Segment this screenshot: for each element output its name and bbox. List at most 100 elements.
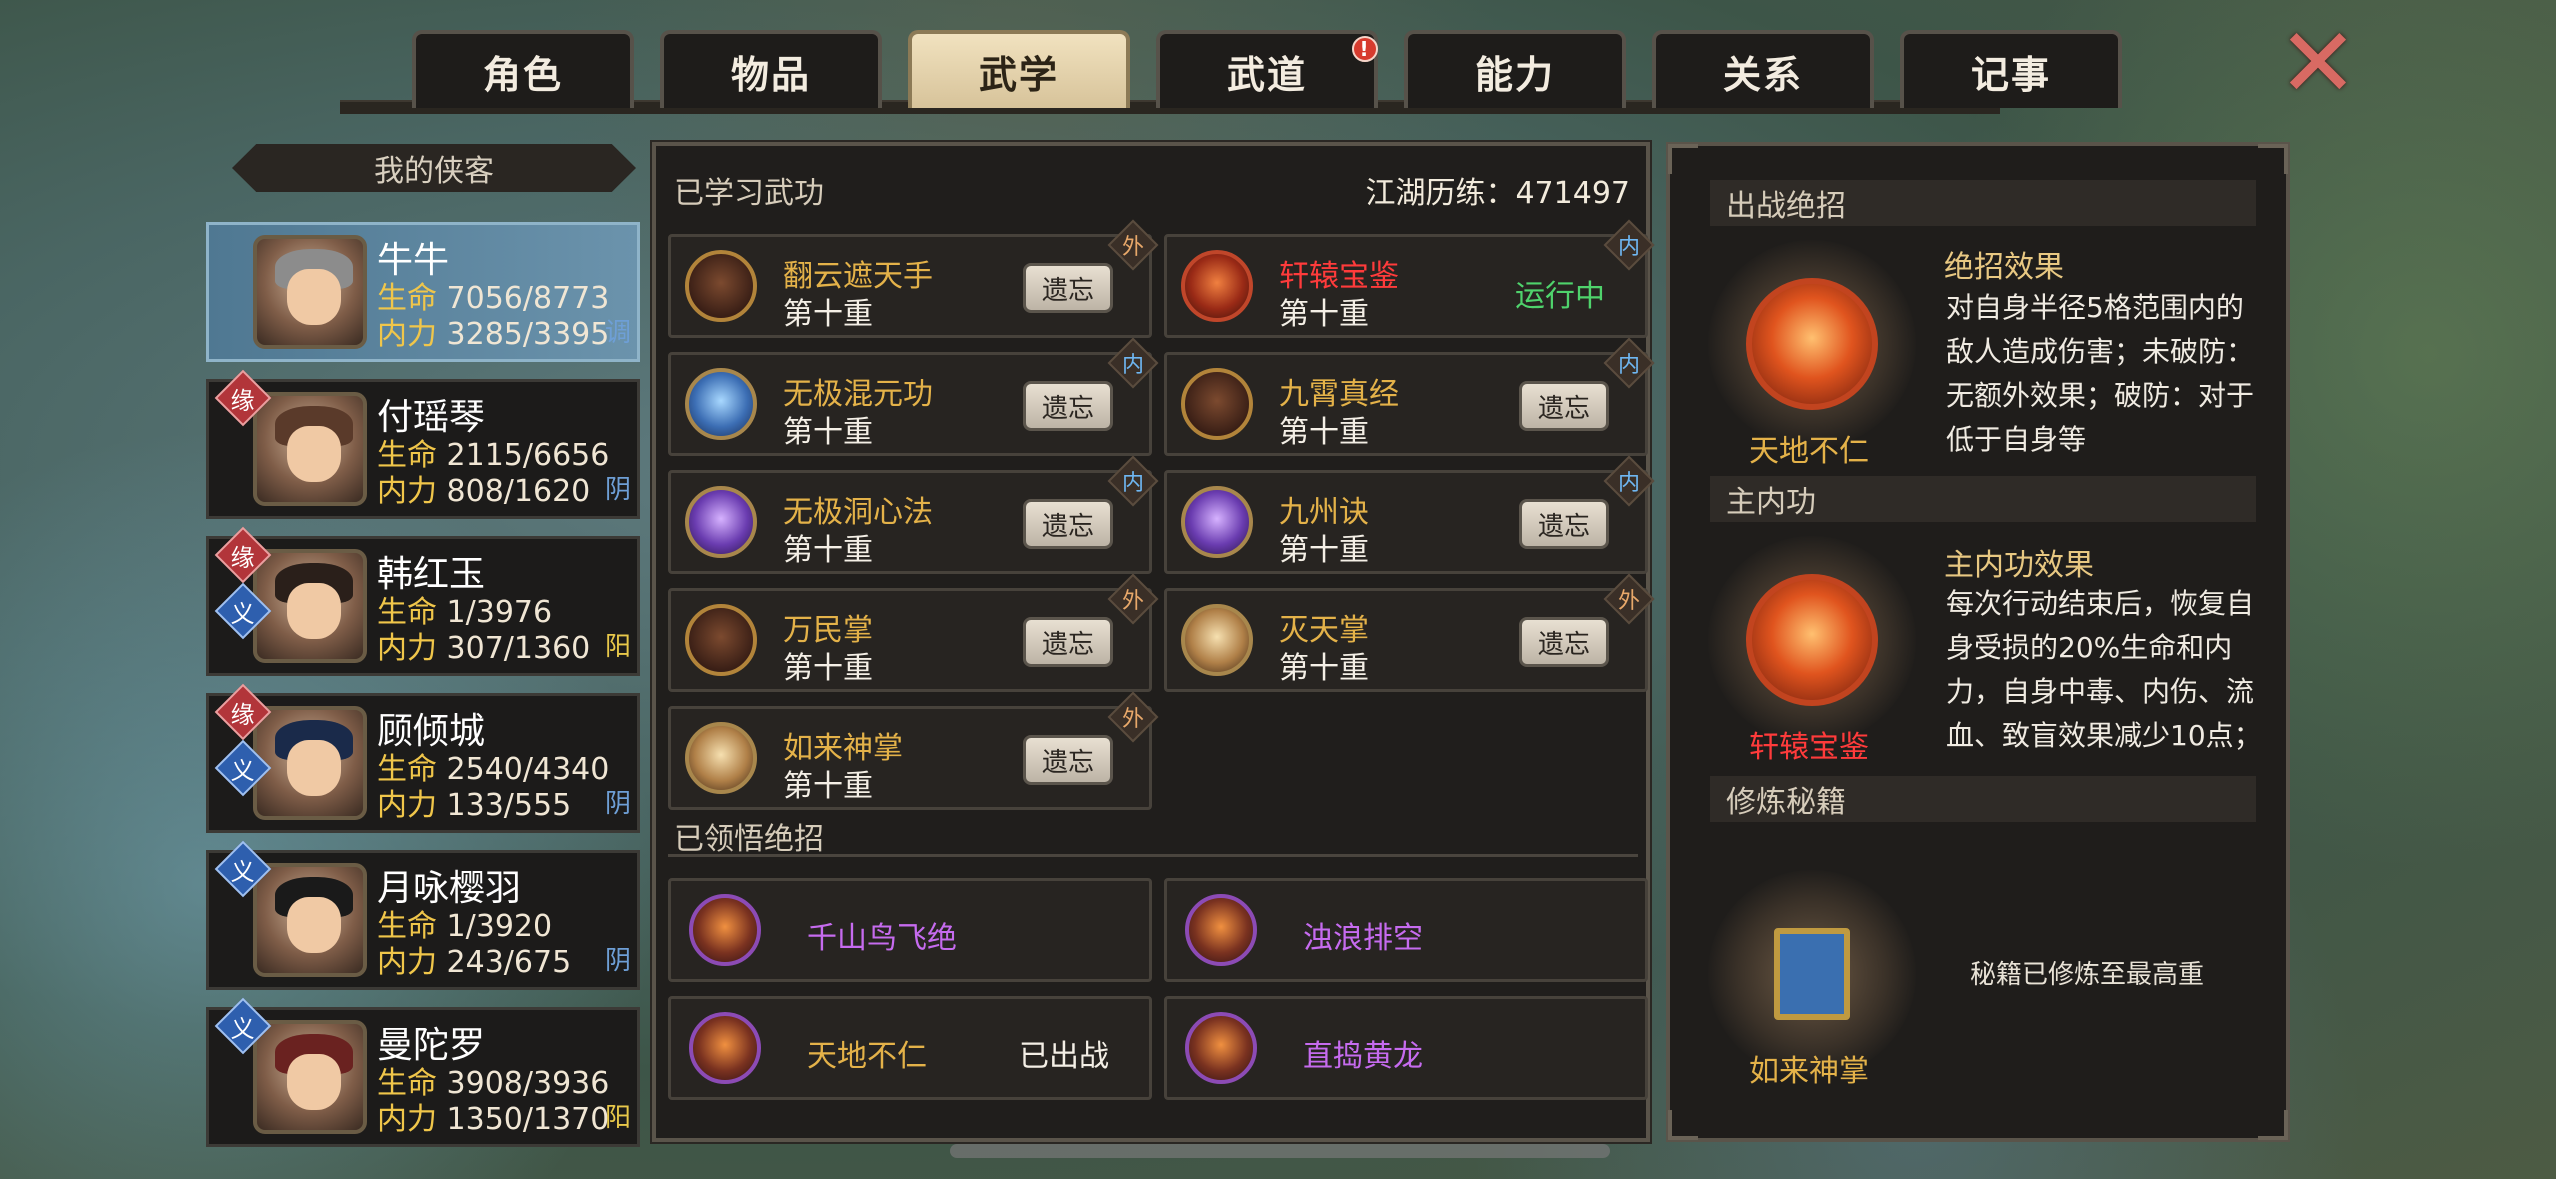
- forget-button[interactable]: 遗忘: [1519, 499, 1609, 549]
- dragon-claw-icon: [1185, 1012, 1257, 1084]
- skill-type-label: 内: [1121, 352, 1145, 378]
- tab-0[interactable]: 角色: [412, 30, 634, 108]
- badge-label: 缘: [231, 543, 255, 572]
- jianghu-experience: 江湖历练：471497: [1365, 176, 1630, 211]
- skill-type-badge: 外: [1107, 691, 1159, 743]
- loadout-panel: 出战绝招 天地不仁 绝招效果 对自身半径5格范围内的敌人造成伤害；未破防：无额外…: [1666, 142, 2290, 1142]
- main-inner-section: 主内功: [1710, 476, 2256, 522]
- ultimate-deployed-status: 已出战: [1019, 1039, 1109, 1074]
- forget-button[interactable]: 遗忘: [1023, 263, 1113, 313]
- mp-label: 内力: [377, 474, 437, 509]
- portrait-face: [287, 897, 341, 953]
- forget-button[interactable]: 遗忘: [1519, 617, 1609, 667]
- battle-ultimate-section-title: 出战绝招: [1726, 189, 1846, 224]
- purple-vortex-icon: [685, 486, 757, 558]
- skill-card[interactable]: 无极混元功 第十重 遗忘内: [668, 337, 1159, 456]
- character-card[interactable]: 顾倾城 生命 2540/4340 内力 133/555 阴缘义: [206, 683, 640, 833]
- learned-skills-title: 已学习武功: [674, 176, 824, 211]
- skill-type-label: 外: [1121, 706, 1145, 732]
- skill-card[interactable]: 无极洞心法 第十重 遗忘内: [668, 455, 1159, 574]
- skill-card[interactable]: 九州诀 第十重 遗忘内: [1164, 455, 1655, 574]
- tab-4[interactable]: 能力: [1404, 30, 1626, 108]
- forget-button[interactable]: 遗忘: [1519, 381, 1609, 431]
- main-inner-effect-text: 每次行动结束后，恢复自身受损的20%生命和内力，自身中毒、内伤、流血、致盲效果减…: [1946, 587, 2262, 752]
- character-tag: 阳: [604, 1103, 631, 1133]
- battle-ultimate-name: 天地不仁: [1749, 434, 1869, 469]
- skill-type-badge: 内: [1603, 219, 1655, 271]
- character-portrait: [253, 235, 367, 349]
- manual-status: 秘籍已修炼至最高重: [1970, 960, 2205, 990]
- wave-icon: [1185, 894, 1257, 966]
- forget-button[interactable]: 遗忘: [1023, 499, 1113, 549]
- tab-label: 武学: [978, 52, 1059, 97]
- character-portrait: [253, 863, 367, 977]
- ultimate-name: 直捣黄龙: [1303, 1039, 1423, 1074]
- skill-card[interactable]: 九霄真经 第十重 遗忘内: [1164, 337, 1655, 456]
- skill-card[interactable]: 灭天掌 第十重 遗忘外: [1164, 573, 1655, 692]
- character-portrait: [253, 1020, 367, 1134]
- skill-type-label: 外: [1121, 234, 1145, 260]
- frame-corner: [2258, 1110, 2288, 1140]
- portrait-face: [287, 740, 341, 796]
- claw-slash-icon: [1181, 368, 1253, 440]
- character-portrait: [253, 392, 367, 506]
- tab-label: 武道: [1226, 52, 1307, 97]
- forget-button[interactable]: 遗忘: [1023, 617, 1113, 667]
- frame-corner: [1668, 144, 1698, 174]
- character-card[interactable]: 曼陀罗 生命 3908/3936 内力 1350/1370 阳义: [206, 997, 640, 1147]
- skill-level: 第十重: [1279, 533, 1369, 568]
- skill-type-badge: 内: [1603, 455, 1655, 507]
- badge-label: 义: [231, 599, 255, 628]
- mp-label: 内力: [377, 788, 437, 823]
- character-card[interactable]: 月咏樱羽 生命 1/3920 内力 243/675 阴义: [206, 840, 640, 990]
- close-button[interactable]: ✕: [2272, 15, 2364, 111]
- ultimate-card[interactable]: 直捣黄龙: [1164, 996, 1648, 1100]
- skill-type-label: 内: [1121, 470, 1145, 496]
- character-card[interactable]: 韩红玉 生命 1/3976 内力 307/1360 阳缘义: [206, 526, 640, 676]
- skill-card[interactable]: 轩辕宝鉴 第十重 运行中内: [1164, 219, 1655, 338]
- tab-label: 记事: [1970, 52, 2051, 97]
- manual-name: 如来神掌: [1749, 1054, 1869, 1089]
- tab-5[interactable]: 关系: [1652, 30, 1874, 108]
- skill-level: 第十重: [783, 415, 873, 450]
- badge-label: 义: [231, 857, 255, 886]
- tab-1[interactable]: 物品: [660, 30, 882, 108]
- battle-ultimate-emblem[interactable]: [1708, 240, 1916, 448]
- skill-type-label: 内: [1617, 470, 1641, 496]
- skill-card[interactable]: 万民掌 第十重 遗忘外: [668, 573, 1159, 692]
- mp-value: 808/1620: [446, 474, 591, 509]
- mp-value: 1350/1370: [446, 1102, 610, 1137]
- ultimate-name: 千山鸟飞绝: [807, 921, 957, 956]
- alert-badge-icon: !: [1352, 36, 1378, 62]
- main-inner-section-title: 主内功: [1726, 485, 1816, 520]
- horizontal-scrollbar[interactable]: [950, 1144, 1610, 1158]
- ultimate-card[interactable]: 天地不仁 已出战: [668, 996, 1152, 1100]
- tab-label: 角色: [482, 52, 563, 97]
- main-inner-emblem[interactable]: [1708, 536, 1916, 744]
- ultimate-name: 天地不仁: [807, 1039, 927, 1074]
- skill-level: 第十重: [1279, 415, 1369, 450]
- skill-type-label: 外: [1121, 588, 1145, 614]
- forget-button[interactable]: 遗忘: [1023, 381, 1113, 431]
- skill-card[interactable]: 如来神掌 第十重 遗忘外: [668, 691, 1159, 810]
- my-heroes-header: 我的侠客: [232, 144, 636, 192]
- forget-button[interactable]: 遗忘: [1023, 735, 1113, 785]
- character-mp: 内力 3285/3395: [377, 309, 609, 353]
- blue-swirl-icon: [685, 368, 757, 440]
- skill-card[interactable]: 翻云遮天手 第十重 遗忘外: [668, 219, 1159, 338]
- tab-2[interactable]: 武学: [908, 30, 1130, 108]
- mp-label: 内力: [377, 1102, 437, 1137]
- character-mp: 内力 243/675: [377, 937, 571, 981]
- ultimate-card[interactable]: 浊浪排空: [1164, 878, 1648, 982]
- running-status: 运行中: [1515, 279, 1605, 314]
- pillars-icon: [1181, 486, 1253, 558]
- portrait-face: [287, 583, 341, 639]
- skill-level: 第十重: [783, 651, 873, 686]
- ultimate-card[interactable]: 千山鸟飞绝: [668, 878, 1152, 982]
- character-card[interactable]: 牛牛 生命 7056/8773 内力 3285/3395 调: [206, 222, 640, 362]
- skill-type-badge: 外: [1107, 219, 1159, 271]
- open-palm-icon: [1181, 604, 1253, 676]
- tab-3[interactable]: 武道!: [1156, 30, 1378, 108]
- tab-6[interactable]: 记事: [1900, 30, 2122, 108]
- character-card[interactable]: 付瑶琴 生命 2115/6656 内力 808/1620 阴缘: [206, 369, 640, 519]
